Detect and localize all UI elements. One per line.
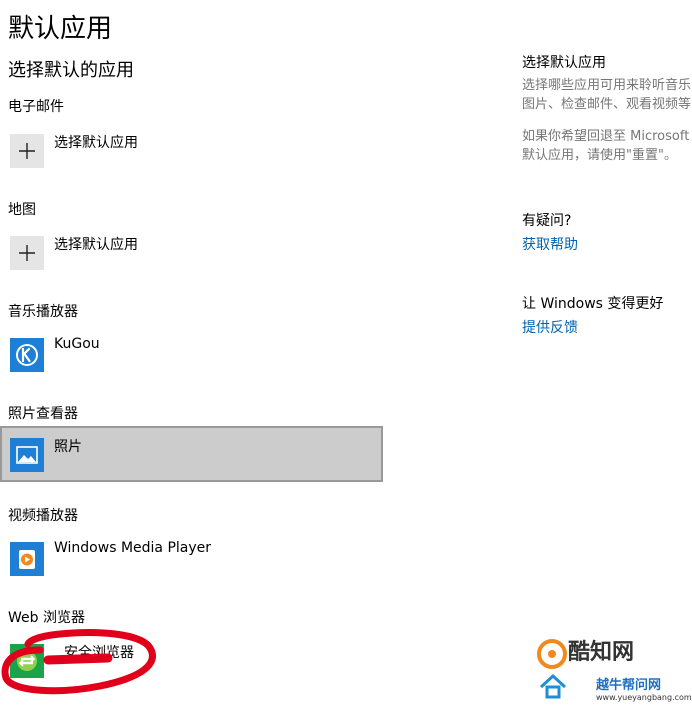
category-label-email: 电子邮件: [8, 99, 64, 115]
side-description-line-1: 选择哪些应用可用来聆听音乐: [522, 78, 692, 93]
music-app-name: KuGou: [54, 336, 100, 352]
wmp-icon: [10, 542, 44, 576]
watermark-house-icon: [539, 673, 567, 699]
side-heading: 选择默认应用: [522, 55, 606, 71]
plus-icon: [10, 236, 44, 270]
watermark: 酷知网 越牛帮问网 www.yueyangbang.com: [528, 632, 692, 708]
email-app-name: 选择默认应用: [54, 135, 138, 151]
side-reset-line-2: 默认应用，请使用"重置"。: [522, 148, 677, 163]
music-app-button[interactable]: KuGou: [0, 332, 380, 384]
photos-icon: [10, 438, 44, 472]
plus-icon: [10, 134, 44, 168]
category-label-music: 音乐播放器: [8, 304, 78, 320]
category-label-video: 视频播放器: [8, 508, 78, 524]
page-title: 默认应用: [8, 14, 113, 44]
photo-viewer-app-button[interactable]: 照片: [0, 426, 383, 482]
side-improve: 让 Windows 变得更好: [522, 296, 664, 312]
watermark-url: www.yueyangbang.com: [596, 693, 692, 702]
photo-viewer-app-name: 照片: [54, 439, 82, 455]
side-question: 有疑问?: [522, 213, 572, 229]
category-label-maps: 地图: [8, 202, 36, 218]
side-description-line-2: 图片、检查邮件、观看视频等: [522, 97, 692, 112]
watermark-site: 越牛帮问网: [596, 678, 662, 693]
category-label-photo-viewer: 照片查看器: [8, 406, 78, 422]
video-app-name: Windows Media Player: [54, 540, 212, 556]
red-annotation-circle: [1, 629, 156, 695]
section-title: 选择默认的应用: [8, 60, 134, 81]
kugou-icon: [10, 338, 44, 372]
feedback-link[interactable]: 提供反馈: [522, 317, 692, 337]
video-app-button[interactable]: Windows Media Player: [0, 536, 380, 588]
maps-app-button[interactable]: 选择默认应用: [0, 230, 380, 282]
help-link[interactable]: 获取帮助: [522, 234, 692, 254]
watermark-logo-icon: [537, 639, 567, 669]
email-app-button[interactable]: 选择默认应用: [0, 128, 380, 180]
watermark-brand: 酷知网: [568, 640, 635, 665]
maps-app-name: 选择默认应用: [54, 237, 138, 253]
side-reset-line-1: 如果你希望回退至 Microsoft 推: [522, 129, 692, 144]
